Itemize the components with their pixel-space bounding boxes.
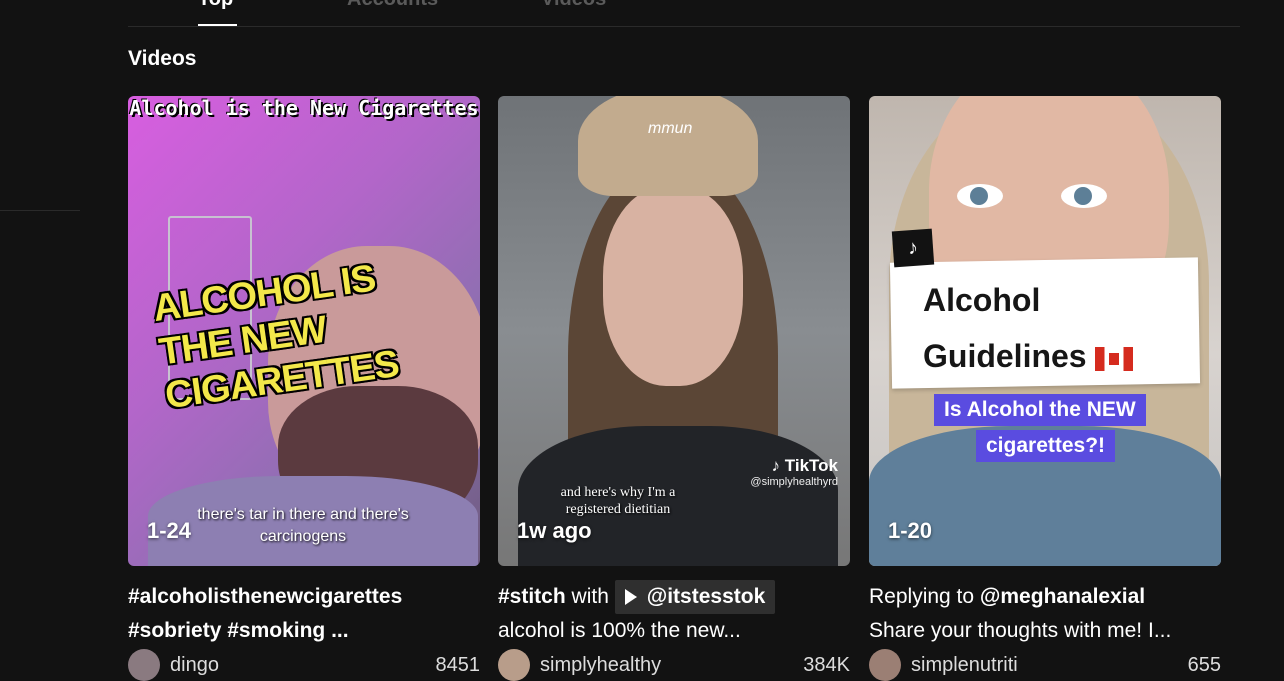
like-count: 8451 [435,653,481,676]
date-badge: 1w ago [517,518,592,543]
author-row[interactable]: dingo 8451 [128,649,481,681]
caption-line: Alcohol [923,282,1041,318]
tab-accounts[interactable]: Accounts [347,0,438,11]
cap-logo: mmun [648,120,693,137]
like-count: 655 [1187,653,1221,676]
video-description[interactable]: Replying to @meghanalexial Share your th… [869,580,1221,648]
author-name[interactable]: simplenutriti [911,654,1018,677]
video-thumbnail[interactable]: Alcohol is the New Cigarettes ALCOHOL IS… [128,96,480,566]
author-row[interactable]: simplenutriti 655 [869,649,1221,681]
with-text: with [571,585,609,608]
date-badge: 1-24 [147,518,192,543]
video-thumbnail[interactable]: mmun ♪ TikTok @simplyhealthyrd and here'… [498,96,850,566]
subtitle-line: cigarettes?! [976,430,1116,462]
description-text: Share your thoughts with me! I... [869,619,1172,642]
canada-flag-icon [1094,346,1133,371]
video-description[interactable]: #alcoholisthenewcigarettes #sobriety #sm… [128,580,480,648]
overlay-subtitle: there's tar in there and there's carcino… [197,506,409,545]
description-text: alcohol is 100% the new... [498,619,741,642]
author-name[interactable]: dingo [170,654,219,677]
person-eye [1061,184,1107,208]
active-tab-indicator [198,24,237,26]
play-icon [624,589,637,606]
author-name[interactable]: simplyhealthy [540,654,661,677]
video-thumbnail[interactable]: ♪ Alcohol Guidelines Is Alcohol the NEW … [869,96,1221,566]
sidebar-divider [0,210,80,211]
watermark-logo: TikTok [784,456,838,475]
date-badge: 1-20 [888,518,933,543]
hashtag[interactable]: #stitch [498,585,566,608]
person-eye [957,184,1003,208]
video-description[interactable]: #stitch with @itstesstok alcohol is 100%… [498,580,850,648]
overlay-title: Alcohol is the New Cigarettes [129,96,479,120]
tab-top[interactable]: Top [198,0,233,11]
baseball-cap [578,96,758,196]
mention-handle[interactable]: @meghanalexial [980,585,1145,608]
stitch-mention[interactable]: @itstesstok [614,580,776,614]
person-face [603,186,743,386]
tiktok-watermark: ♪ TikTok @simplyhealthyrd [750,456,838,488]
hashtag-line[interactable]: #sobriety #smoking ... [128,619,349,642]
overlay-caption: and here's why I'm a registered dietitia… [560,485,676,517]
video-card[interactable]: Alcohol is the New Cigarettes ALCOHOL IS… [128,96,480,681]
tiktok-icon: ♪ [771,456,781,475]
hashtag-line[interactable]: #alcoholisthenewcigarettes [128,585,402,608]
tiktok-icon: ♪ [891,228,935,268]
caption-line: Guidelines [923,338,1087,374]
caption-card-text: Alcohol Guidelines [923,272,1133,384]
section-title: Videos [128,47,197,70]
video-card[interactable]: mmun ♪ TikTok @simplyhealthyrd and here'… [498,96,850,681]
avatar[interactable] [869,649,901,681]
mention-handle[interactable]: @itstesstok [647,585,766,608]
watermark-handle: @simplyhealthyrd [750,476,838,488]
subtitle-line: Is Alcohol the NEW [934,394,1146,426]
tab-videos[interactable]: Videos [541,0,606,11]
search-tabs: Top Accounts Videos [128,0,1240,27]
avatar[interactable] [498,649,530,681]
video-card[interactable]: ♪ Alcohol Guidelines Is Alcohol the NEW … [869,96,1221,681]
reply-prefix: Replying to [869,585,975,608]
like-count: 384K [803,653,850,676]
author-row[interactable]: simplyhealthy 384K [498,649,850,681]
avatar[interactable] [128,649,160,681]
